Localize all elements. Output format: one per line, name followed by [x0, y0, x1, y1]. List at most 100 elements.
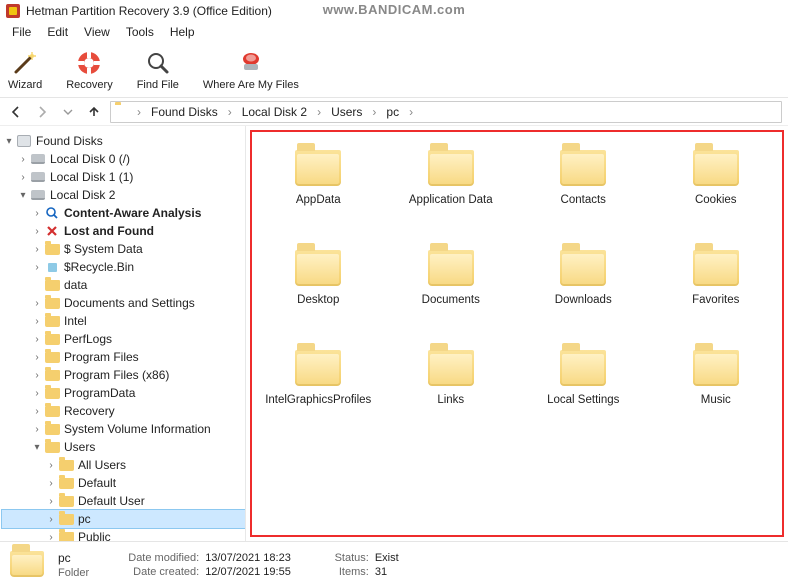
folder-item[interactable]: Application Data [385, 150, 518, 206]
folder-label: Downloads [555, 294, 612, 306]
folder-label: Contacts [561, 194, 606, 206]
chevron-right-icon: › [407, 105, 415, 119]
folder-item[interactable]: IntelGraphicsProfiles [252, 350, 385, 406]
folder-icon [295, 350, 341, 386]
menu-file[interactable]: File [4, 23, 39, 41]
crumb-local-disk-2[interactable]: Local Disk 2 [238, 105, 311, 119]
folder-item[interactable]: Links [385, 350, 518, 406]
crumb-pc[interactable]: pc [382, 105, 403, 119]
tree-users[interactable]: ▾Users [2, 438, 245, 456]
folder-icon [295, 250, 341, 286]
chevron-right-icon: › [315, 105, 323, 119]
folder-item[interactable]: AppData [252, 150, 385, 206]
findfile-label: Find File [137, 79, 179, 91]
crumb-users[interactable]: Users [327, 105, 366, 119]
tree-label: Found Disks [36, 134, 103, 148]
folder-icon [560, 150, 606, 186]
folder-icon [428, 150, 474, 186]
tree-pc[interactable]: ›pc [2, 510, 245, 528]
date-created-label: Date created: [113, 566, 199, 578]
wizard-button[interactable]: Wizard [8, 49, 42, 91]
tree-programdata[interactable]: ›ProgramData [2, 384, 245, 402]
folder-label: Local Settings [547, 394, 619, 406]
items-label: Items: [325, 566, 369, 578]
folder-label: IntelGraphicsProfiles [265, 394, 371, 406]
tree-lost-found[interactable]: ›Lost and Found [2, 222, 245, 240]
tree-found-disks[interactable]: ▾ Found Disks [2, 132, 245, 150]
tree-sysvol[interactable]: ›System Volume Information [2, 420, 245, 438]
date-modified-value: 13/07/2021 18:23 [205, 552, 291, 564]
folder-icon [428, 250, 474, 286]
folder-label: Links [437, 394, 464, 406]
folder-label: Application Data [409, 194, 493, 206]
status-type: Folder [58, 567, 89, 579]
folder-icon [295, 150, 341, 186]
tree-content-aware[interactable]: ›Content-Aware Analysis [2, 204, 245, 222]
magnifier-icon [144, 49, 172, 77]
folder-label: Documents [422, 294, 480, 306]
app-title: Hetman Partition Recovery 3.9 (Office Ed… [26, 4, 272, 18]
crumb-found-disks[interactable]: Found Disks [147, 105, 222, 119]
folder-item[interactable]: Cookies [650, 150, 783, 206]
tree-default-user[interactable]: ›Default User [2, 492, 245, 510]
items-value: 31 [375, 566, 387, 578]
tree-default[interactable]: ›Default [2, 474, 245, 492]
folder-icon [560, 250, 606, 286]
folder-item[interactable]: Music [650, 350, 783, 406]
tree-recovery[interactable]: ›Recovery [2, 402, 245, 420]
findfile-button[interactable]: Find File [137, 49, 179, 91]
status-folder-icon [10, 551, 44, 579]
folder-icon [693, 250, 739, 286]
tree-perflogs[interactable]: ›PerfLogs [2, 330, 245, 348]
tree-system-data[interactable]: ›$ System Data [2, 240, 245, 258]
menu-bar: File Edit View Tools Help [0, 22, 788, 42]
tree-local-disk-0[interactable]: ›Local Disk 0 (/) [2, 150, 245, 168]
status-value: Exist [375, 552, 399, 564]
tree-local-disk-2[interactable]: ▾Local Disk 2 [2, 186, 245, 204]
app-icon [6, 4, 20, 18]
folder-icon [693, 150, 739, 186]
folder-item[interactable]: Downloads [517, 250, 650, 306]
folder-icon [115, 105, 131, 119]
nav-forward-button[interactable] [32, 102, 52, 122]
date-modified-label: Date modified: [113, 552, 199, 564]
nav-history-button[interactable] [58, 102, 78, 122]
recovery-button[interactable]: Recovery [66, 49, 112, 91]
nav-back-button[interactable] [6, 102, 26, 122]
folder-label: AppData [296, 194, 341, 206]
magnifier-icon [44, 206, 60, 220]
tree-public[interactable]: ›Public [2, 528, 245, 541]
tree-program-files-x86[interactable]: ›Program Files (x86) [2, 366, 245, 384]
lifebuoy-icon [75, 49, 103, 77]
folder-icon [560, 350, 606, 386]
recovery-label: Recovery [66, 79, 112, 91]
breadcrumb[interactable]: › Found Disks › Local Disk 2 › Users › p… [110, 101, 782, 123]
menu-view[interactable]: View [76, 23, 118, 41]
folder-label: Cookies [695, 194, 737, 206]
tree-documents-settings[interactable]: ›Documents and Settings [2, 294, 245, 312]
folder-item[interactable]: Local Settings [517, 350, 650, 406]
folder-icon [693, 350, 739, 386]
tree-program-files[interactable]: ›Program Files [2, 348, 245, 366]
menu-edit[interactable]: Edit [39, 23, 76, 41]
folder-item[interactable]: Contacts [517, 150, 650, 206]
tree-data[interactable]: ›data [2, 276, 245, 294]
nav-bar: › Found Disks › Local Disk 2 › Users › p… [0, 98, 788, 126]
menu-help[interactable]: Help [162, 23, 203, 41]
chevron-right-icon: › [370, 105, 378, 119]
tree-all-users[interactable]: ›All Users [2, 456, 245, 474]
tree-pane[interactable]: ▾ Found Disks ›Local Disk 0 (/) ›Local D… [0, 126, 246, 541]
tree-recycle-bin[interactable]: ›$Recycle.Bin [2, 258, 245, 276]
wheremyfiles-button[interactable]: Where Are My Files [203, 49, 299, 91]
menu-tools[interactable]: Tools [118, 23, 162, 41]
folder-item[interactable]: Desktop [252, 250, 385, 306]
tree-local-disk-1[interactable]: ›Local Disk 1 (1) [2, 168, 245, 186]
content-pane[interactable]: AppData Application Data Contacts Cookies De… [246, 126, 788, 541]
folder-label: Music [701, 394, 731, 406]
folder-item[interactable]: Documents [385, 250, 518, 306]
nav-up-button[interactable] [84, 102, 104, 122]
folder-item[interactable]: Favorites [650, 250, 783, 306]
folder-label: Desktop [297, 294, 339, 306]
tree-intel[interactable]: ›Intel [2, 312, 245, 330]
wheremyfiles-label: Where Are My Files [203, 79, 299, 91]
